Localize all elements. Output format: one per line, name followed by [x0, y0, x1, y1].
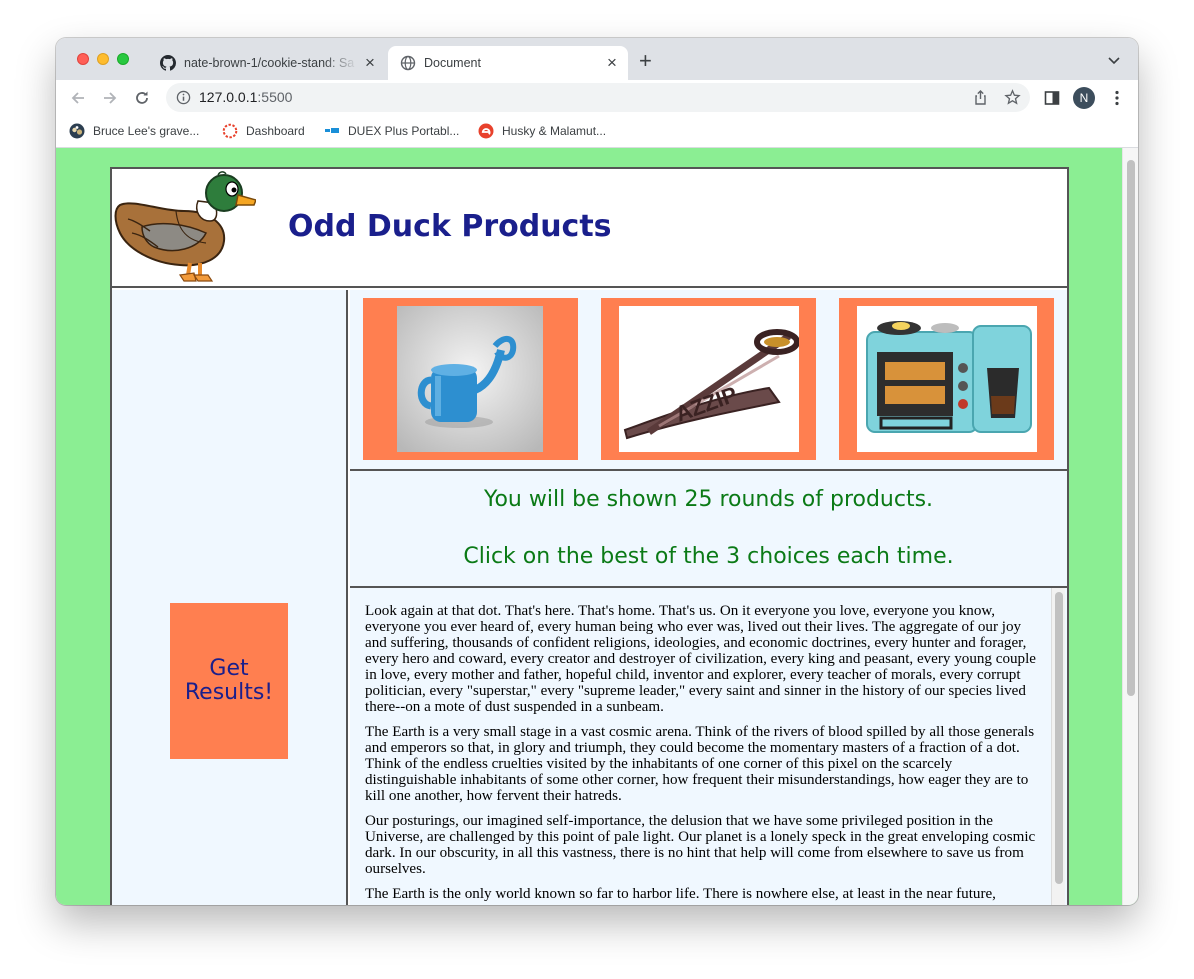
- text-panel-scroll-thumb[interactable]: [1055, 592, 1063, 884]
- page-title: Odd Duck Products: [288, 209, 612, 244]
- page-scroll-thumb[interactable]: [1127, 160, 1135, 696]
- e-favicon-icon: [478, 123, 494, 139]
- site-header: Odd Duck Products: [112, 169, 1067, 288]
- tab-document[interactable]: Document ×: [388, 46, 628, 80]
- url-host: 127.0.0.1: [199, 89, 258, 105]
- zoom-window-button[interactable]: [117, 53, 129, 65]
- page-scrollbar[interactable]: [1122, 148, 1138, 905]
- paragraph: The Earth is a very small stage in a vas…: [365, 724, 1035, 804]
- new-tab-button[interactable]: +: [639, 50, 652, 72]
- close-tab-icon[interactable]: ×: [600, 53, 624, 73]
- instructions-line-1: You will be shown 25 rounds of products.: [483, 487, 934, 512]
- tab-strip: nate-brown-1/cookie-stand: Sa × Document…: [56, 38, 1138, 80]
- bookmark-item[interactable]: Bruce Lee's grave...: [69, 123, 199, 139]
- dog-favicon-icon: [69, 123, 85, 139]
- address-bar[interactable]: 127.0.0.1:5500: [166, 83, 1030, 112]
- bookmark-item[interactable]: Husky & Malamut...: [478, 123, 606, 139]
- profile-avatar[interactable]: N: [1073, 87, 1095, 109]
- text-body: Look again at that dot. That's here. Tha…: [365, 603, 1037, 905]
- url-port: :5500: [257, 89, 293, 105]
- bookmarks-bar: Bruce Lee's grave... Dashboard DUEX Plus…: [56, 116, 1138, 148]
- minimize-window-button[interactable]: [97, 53, 109, 65]
- menu-dots-icon[interactable]: [1108, 89, 1126, 107]
- close-window-button[interactable]: [77, 53, 89, 65]
- product-card-2[interactable]: AZZIP: [601, 298, 816, 460]
- breakfast-station-image: [857, 306, 1037, 452]
- product-gallery: AZZIP: [350, 290, 1067, 471]
- browser-window: nate-brown-1/cookie-stand: Sa × Document…: [56, 38, 1138, 905]
- github-icon: [160, 55, 176, 71]
- page-frame: Odd Duck Products Get Results! AZZIP You…: [110, 167, 1069, 905]
- bookmark-item[interactable]: DUEX Plus Portabl...: [324, 123, 459, 139]
- paragraph: Our posturings, our imagined self-import…: [365, 813, 1036, 877]
- text-scroll-panel[interactable]: Look again at that dot. That's here. Tha…: [350, 588, 1067, 905]
- forward-arrow-icon[interactable]: [101, 89, 119, 107]
- bookmark-label: Husky & Malamut...: [502, 124, 607, 138]
- text-panel-scrollbar[interactable]: [1051, 588, 1065, 905]
- duex-favicon-icon: [325, 128, 339, 133]
- bookmark-label: Bruce Lee's grave...: [93, 124, 200, 138]
- watering-can-image: [397, 306, 543, 452]
- globe-icon: [400, 55, 416, 71]
- sidebar: Get Results!: [112, 290, 348, 905]
- bookmark-label: DUEX Plus Portabl...: [348, 124, 460, 138]
- browser-toolbar: 127.0.0.1:5500 N: [56, 80, 1138, 116]
- paragraph: The Earth is the only world known so far…: [365, 886, 996, 902]
- back-arrow-icon[interactable]: [69, 89, 87, 107]
- chevron-down-icon[interactable]: [1106, 52, 1122, 68]
- get-results-button[interactable]: Get Results!: [170, 603, 288, 759]
- duck-logo-icon: [114, 171, 256, 282]
- tab-cookie-stand[interactable]: nate-brown-1/cookie-stand: Sa ×: [150, 46, 386, 80]
- info-icon[interactable]: [176, 90, 191, 105]
- url-text: 127.0.0.1:5500: [199, 89, 292, 105]
- instructions-panel: You will be shown 25 rounds of products.…: [350, 471, 1067, 588]
- share-icon[interactable]: [972, 89, 989, 106]
- pizza-scissors-image: AZZIP: [619, 306, 799, 452]
- bookmark-label: Dashboard: [246, 124, 305, 138]
- product-card-1[interactable]: [363, 298, 578, 460]
- page-viewport: Odd Duck Products Get Results! AZZIP You…: [56, 148, 1138, 905]
- close-tab-icon[interactable]: ×: [358, 53, 382, 73]
- dashboard-ring-icon: [222, 123, 238, 139]
- star-icon[interactable]: [1004, 89, 1021, 106]
- instructions-line-2: Click on the best of the 3 choices each …: [463, 544, 954, 569]
- bookmark-item[interactable]: Dashboard: [222, 123, 305, 139]
- product-card-3[interactable]: [839, 298, 1054, 460]
- side-panel-icon[interactable]: [1043, 89, 1061, 107]
- paragraph: Look again at that dot. That's here. Tha…: [365, 603, 1036, 715]
- reload-icon[interactable]: [133, 89, 151, 107]
- tab-title: Document: [424, 56, 481, 70]
- tab-title: nate-brown-1/cookie-stand: Sa: [184, 56, 355, 70]
